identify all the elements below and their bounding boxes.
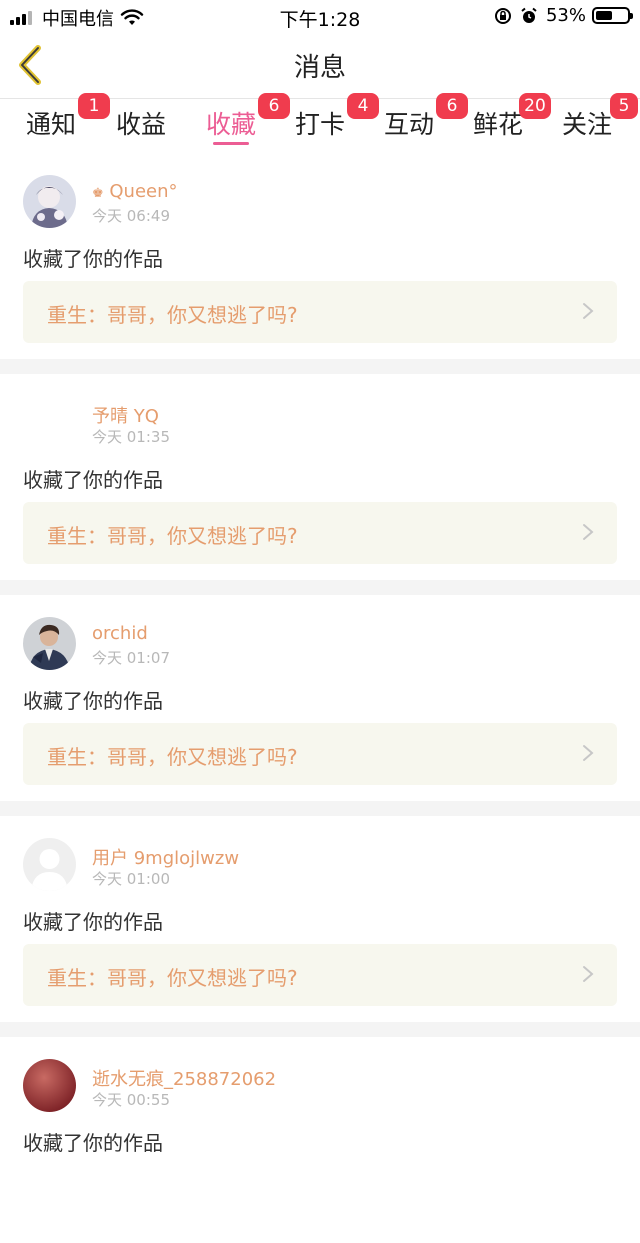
tab-follow[interactable]: 关注 5: [562, 93, 638, 141]
user-name[interactable]: 用户 9mglojlwzw: [92, 844, 239, 870]
avatar[interactable]: [23, 838, 76, 891]
message-tabs: 通知 1 收益 收藏 6 打卡 4 互动 6 鲜花 20 关注 5: [0, 93, 640, 153]
tab-interaction[interactable]: 互动 6: [384, 93, 468, 141]
tab-label: 收藏: [206, 110, 257, 139]
orientation-lock-icon: [494, 7, 511, 24]
nav-bar: 消息: [0, 33, 640, 99]
timestamp: 今天 01:00: [92, 870, 170, 888]
timestamp: 今天 01:07: [92, 649, 170, 667]
timestamp: 今天 06:49: [92, 207, 170, 225]
avatar[interactable]: [23, 1059, 76, 1112]
user-name[interactable]: 逝水无痕_258872062: [92, 1065, 276, 1091]
tab-label: 通知: [26, 110, 77, 139]
list-item: 用户 9mglojlwzw 今天 01:00 收藏了你的作品 重生：哥哥，你又想…: [0, 816, 640, 1037]
tab-flowers[interactable]: 鲜花 20: [473, 93, 551, 141]
user-name[interactable]: ♚ Queen°: [92, 181, 178, 202]
work-title: 重生：哥哥，你又想逃了吗?: [47, 745, 298, 769]
chevron-right-icon: [583, 303, 594, 319]
unread-badge: 4: [347, 93, 379, 119]
work-link[interactable]: 重生：哥哥，你又想逃了吗?: [23, 502, 617, 564]
avatar[interactable]: [23, 617, 76, 670]
work-link[interactable]: 重生：哥哥，你又想逃了吗?: [23, 281, 617, 343]
tab-label: 收益: [116, 110, 167, 139]
chevron-right-icon: [583, 966, 594, 982]
user-name[interactable]: 予晴 YQ: [92, 402, 159, 428]
tab-label: 打卡: [295, 110, 346, 139]
list-item: orchid 今天 01:07 收藏了你的作品 重生：哥哥，你又想逃了吗?: [0, 595, 640, 816]
tab-favorites[interactable]: 收藏 6: [206, 93, 290, 141]
action-text: 收藏了你的作品: [23, 1131, 163, 1155]
tab-label: 鲜花: [473, 110, 524, 139]
user-name[interactable]: orchid: [92, 623, 148, 644]
tab-label: 关注: [562, 110, 613, 139]
favorites-feed: ♚ Queen° 今天 06:49 收藏了你的作品 重生：哥哥，你又想逃了吗? …: [0, 153, 640, 1243]
timestamp: 今天 01:35: [92, 428, 170, 446]
list-item: 逝水无痕_258872062 今天 00:55 收藏了你的作品: [0, 1037, 640, 1243]
avatar[interactable]: [23, 396, 76, 449]
chevron-right-icon: [583, 524, 594, 540]
unread-badge: 20: [519, 93, 551, 119]
action-text: 收藏了你的作品: [23, 910, 163, 934]
unread-badge: 1: [78, 93, 110, 119]
list-item: 予晴 YQ 今天 01:35 收藏了你的作品 重生：哥哥，你又想逃了吗?: [0, 374, 640, 595]
unread-badge: 5: [610, 93, 638, 119]
action-text: 收藏了你的作品: [23, 689, 163, 713]
user-name-text: Queen°: [109, 181, 178, 202]
status-right: 53%: [494, 5, 633, 26]
work-title: 重生：哥哥，你又想逃了吗?: [47, 524, 298, 548]
work-link[interactable]: 重生：哥哥，你又想逃了吗?: [23, 723, 617, 785]
tab-notice[interactable]: 通知 1: [26, 93, 110, 141]
work-title: 重生：哥哥，你又想逃了吗?: [47, 303, 298, 327]
active-tab-indicator: [213, 142, 249, 145]
alarm-icon: [521, 7, 537, 23]
status-bar: 中国电信 下午1:28 53%: [0, 0, 640, 33]
unread-badge: 6: [258, 93, 290, 119]
action-text: 收藏了你的作品: [23, 247, 163, 271]
chevron-right-icon: [583, 745, 594, 761]
list-item: ♚ Queen° 今天 06:49 收藏了你的作品 重生：哥哥，你又想逃了吗?: [0, 153, 640, 374]
avatar[interactable]: [23, 175, 76, 228]
page-title: 消息: [293, 53, 346, 83]
timestamp: 今天 00:55: [92, 1091, 170, 1109]
action-text: 收藏了你的作品: [23, 468, 163, 492]
battery-percent: 53%: [545, 5, 586, 26]
crown-icon: ♚: [92, 186, 104, 201]
work-title: 重生：哥哥，你又想逃了吗?: [47, 966, 298, 990]
tab-label: 互动: [384, 110, 435, 139]
work-link[interactable]: 重生：哥哥，你又想逃了吗?: [23, 944, 617, 1006]
unread-badge: 6: [436, 93, 468, 119]
battery-icon: [592, 7, 633, 24]
tab-checkin[interactable]: 打卡 4: [295, 93, 379, 141]
tab-earnings[interactable]: 收益: [116, 105, 166, 141]
